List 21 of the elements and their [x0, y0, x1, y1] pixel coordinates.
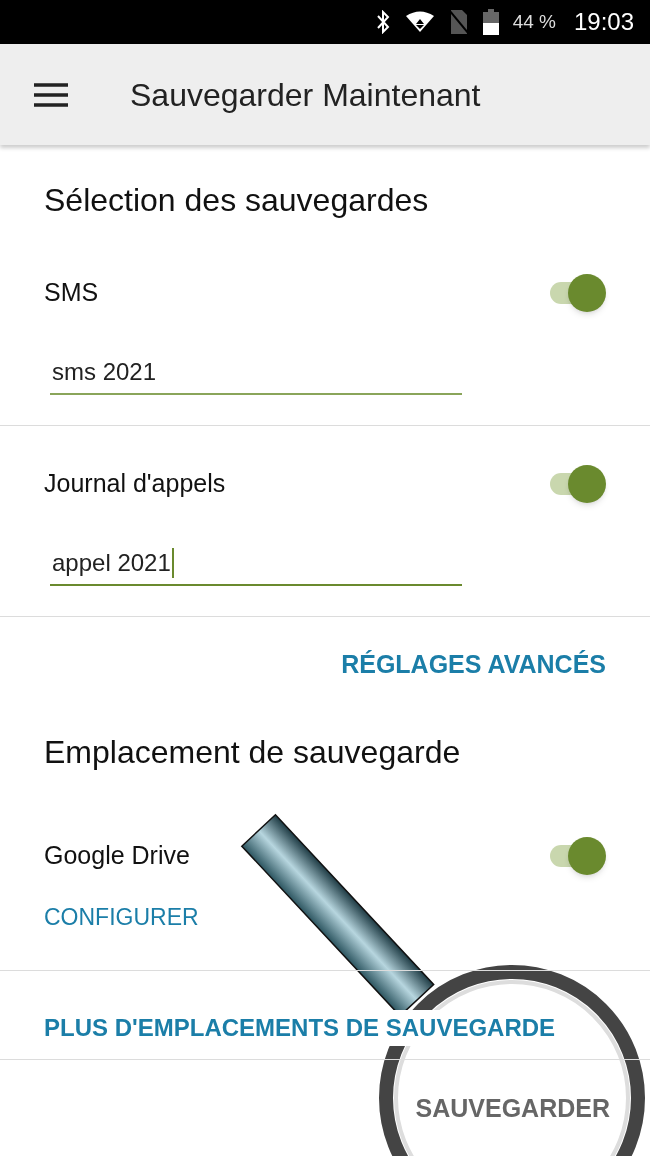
battery-icon [482, 9, 499, 35]
toggle-switch[interactable] [548, 836, 606, 876]
more-locations-link[interactable]: PLUS D'EMPLACEMENTS DE SAUVEGARDE [44, 1010, 556, 1046]
no-sim-icon [448, 9, 469, 35]
clock-time: 19:03 [573, 7, 634, 37]
advanced-settings-link[interactable]: RÉGLAGES AVANCÉS [341, 646, 606, 684]
screen-title: Sauvegarder Maintenant [130, 75, 481, 115]
toggle-switch[interactable] [548, 464, 606, 504]
name-field[interactable]: appel 2021 [50, 542, 462, 586]
section-heading: Sélection des sauvegardes [44, 181, 429, 220]
section-heading: Emplacement de sauvegarde [44, 733, 461, 772]
backup-item-label: SMS [44, 277, 99, 309]
backup-item-label: Journal d'appels [44, 468, 226, 500]
toggle-switch[interactable] [548, 273, 606, 313]
bluetooth-icon [374, 10, 391, 34]
configure-link[interactable]: CONFIGURER [44, 899, 199, 935]
wifi-icon [404, 11, 435, 33]
menu-icon[interactable] [34, 82, 68, 107]
location-label: Google Drive [44, 840, 190, 872]
name-field[interactable]: sms 2021 [50, 351, 462, 395]
battery-percentage: 44 % [512, 9, 556, 34]
